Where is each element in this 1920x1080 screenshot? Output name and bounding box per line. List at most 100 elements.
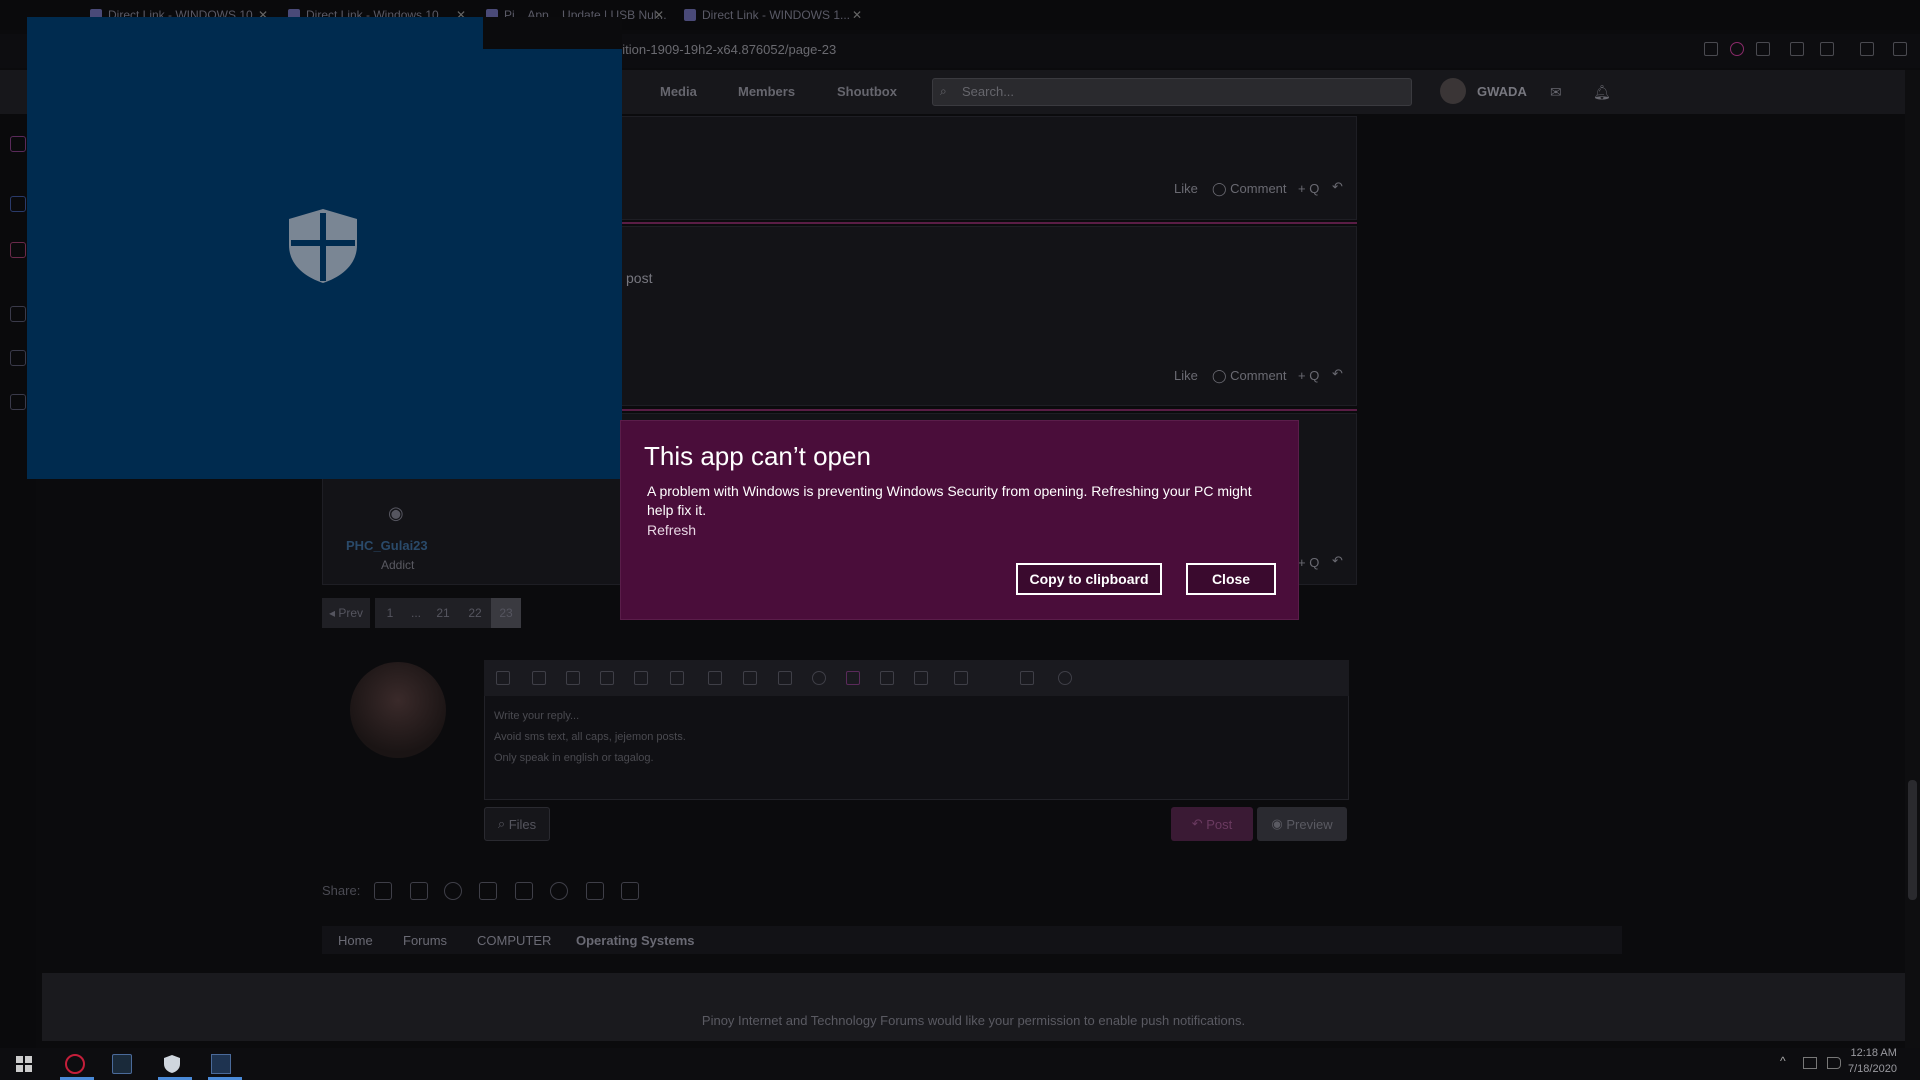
close-button[interactable]: Close xyxy=(1186,563,1276,595)
media-icon[interactable] xyxy=(778,671,792,685)
task-view-icon[interactable] xyxy=(112,1054,132,1074)
nav-members[interactable]: Members xyxy=(738,84,795,99)
editor-placeholder: Only speak in english or tagalog. xyxy=(494,752,654,764)
quote-link[interactable]: + Q xyxy=(1298,181,1319,196)
reply-icon[interactable]: ↶ xyxy=(1332,179,1343,195)
network-icon[interactable] xyxy=(1803,1057,1817,1069)
url-text[interactable]: dition-1909-19h2-x64.876052/page-23 xyxy=(615,42,836,57)
pager-page-current[interactable]: 23 xyxy=(491,598,521,628)
comment-link[interactable]: ◯ Comment xyxy=(1212,181,1287,197)
volume-icon[interactable] xyxy=(1827,1057,1841,1069)
scrollbar-thumb[interactable] xyxy=(1908,780,1917,900)
bold-icon[interactable] xyxy=(532,671,546,685)
breadcrumb-operating-systems[interactable]: Operating Systems xyxy=(576,933,695,948)
settings-icon[interactable] xyxy=(1058,671,1072,685)
share-label: Share: xyxy=(322,883,361,898)
windows-security-splash xyxy=(27,17,622,479)
user-avatar[interactable] xyxy=(1440,78,1466,104)
link-icon[interactable] xyxy=(708,671,722,685)
pager-page[interactable]: 21 xyxy=(427,598,459,628)
pinterest-icon[interactable] xyxy=(479,882,497,900)
attach-files-button[interactable]: ⌕ Files xyxy=(484,807,550,841)
search-icon: ⌕ xyxy=(940,84,947,98)
windows-start-icon[interactable] xyxy=(14,1054,34,1074)
user-default-icon: ◉ xyxy=(388,503,404,523)
emoji-icon[interactable] xyxy=(812,671,826,685)
email-share-icon[interactable] xyxy=(586,882,604,900)
camera-icon[interactable] xyxy=(1704,42,1718,56)
reply-icon[interactable]: ↶ xyxy=(1332,366,1343,382)
battery-icon[interactable] xyxy=(1820,42,1834,56)
refresh-link[interactable]: Refresh xyxy=(647,522,696,538)
gif-icon[interactable] xyxy=(846,671,860,685)
underline-icon[interactable] xyxy=(600,671,614,685)
strike-icon[interactable] xyxy=(634,671,648,685)
reply-icon[interactable]: ↶ xyxy=(1332,553,1343,569)
post-author[interactable]: PHC_Gulai23 xyxy=(346,538,428,553)
image-icon[interactable] xyxy=(743,671,757,685)
facebook-icon[interactable] xyxy=(374,882,392,900)
quote-link[interactable]: + Q xyxy=(1298,368,1319,383)
breadcrumb-forums[interactable]: Forums xyxy=(403,933,447,948)
more-icon[interactable] xyxy=(914,671,928,685)
table-icon[interactable] xyxy=(880,671,894,685)
italic-icon[interactable] xyxy=(566,671,580,685)
quote-link[interactable]: + Q xyxy=(1298,555,1319,570)
username[interactable]: GWADA xyxy=(1477,84,1527,99)
flag-icon[interactable] xyxy=(1790,42,1804,56)
pager-page[interactable]: 22 xyxy=(459,598,491,628)
like-link[interactable]: Like xyxy=(1174,181,1198,196)
mail-icon[interactable]: ✉ xyxy=(1550,84,1562,101)
pager-ellipsis: ... xyxy=(405,598,427,628)
sidebar-heart-icon[interactable] xyxy=(10,350,26,366)
reply-icon: ↶ xyxy=(1191,816,1207,831)
eraser-icon[interactable] xyxy=(496,671,510,685)
page-scrollbar[interactable] xyxy=(1905,70,1920,1048)
vpn-icon[interactable] xyxy=(1730,42,1744,56)
color-icon[interactable] xyxy=(670,671,684,685)
browser-tab[interactable]: Direct Link - WINDOWS 1... ✕ xyxy=(678,4,868,26)
tumblr-icon[interactable] xyxy=(515,882,533,900)
nav-media[interactable]: Media xyxy=(660,84,697,99)
push-notice-bar xyxy=(42,973,1905,1041)
comment-link[interactable]: ◯ Comment xyxy=(1212,368,1287,384)
like-link[interactable]: Like xyxy=(1174,368,1198,383)
editor-placeholder: Avoid sms text, all caps, jejemon posts. xyxy=(494,731,686,743)
post-divider xyxy=(622,409,1357,411)
splash-corner xyxy=(483,17,622,49)
undo-icon[interactable] xyxy=(954,671,968,685)
site-favicon-icon xyxy=(684,9,696,21)
breadcrumb-computer[interactable]: COMPUTER xyxy=(477,933,551,948)
menu-icon[interactable] xyxy=(1893,42,1907,56)
link-share-icon[interactable] xyxy=(621,882,639,900)
reddit-icon[interactable] xyxy=(444,882,462,900)
tray-chevron-icon[interactable]: ^ xyxy=(1780,1054,1786,1068)
post-divider xyxy=(622,222,1357,224)
pager-page[interactable]: 1 xyxy=(375,598,405,628)
app-window-icon[interactable] xyxy=(211,1054,231,1074)
shield-icon xyxy=(289,209,357,283)
close-tab-icon[interactable]: ✕ xyxy=(654,8,664,22)
sidebar-clock-icon[interactable] xyxy=(10,306,26,322)
download-icon[interactable] xyxy=(1860,42,1874,56)
sidebar-messenger-icon[interactable] xyxy=(10,136,26,152)
twitter-icon[interactable] xyxy=(410,882,428,900)
windows-security-taskbar-icon[interactable] xyxy=(162,1054,182,1074)
system-clock[interactable]: 12:18 AM 7/18/2020 xyxy=(1848,1045,1897,1077)
copy-to-clipboard-button[interactable]: Copy to clipboard xyxy=(1016,563,1162,595)
sidebar-history-icon[interactable] xyxy=(10,394,26,410)
preview-button[interactable]: ◉ Preview xyxy=(1257,807,1347,841)
opera-browser-icon[interactable] xyxy=(65,1054,85,1074)
breadcrumb-home[interactable]: Home xyxy=(338,933,373,948)
whatsapp-icon[interactable] xyxy=(550,882,568,900)
pager-prev[interactable]: ◂ Prev xyxy=(322,598,370,628)
nav-shoutbox[interactable]: Shoutbox xyxy=(837,84,897,99)
bell-icon[interactable]: 🔔︎ xyxy=(1593,84,1611,101)
heart-icon[interactable] xyxy=(1756,42,1770,56)
save-draft-icon[interactable] xyxy=(1020,671,1034,685)
sidebar-instagram-icon[interactable] xyxy=(10,242,26,258)
editor-placeholder: Write your reply... xyxy=(494,710,580,722)
post-button[interactable]: ↶ Post xyxy=(1171,807,1253,841)
close-tab-icon[interactable]: ✕ xyxy=(852,8,862,22)
sidebar-chat-icon[interactable] xyxy=(10,196,26,212)
